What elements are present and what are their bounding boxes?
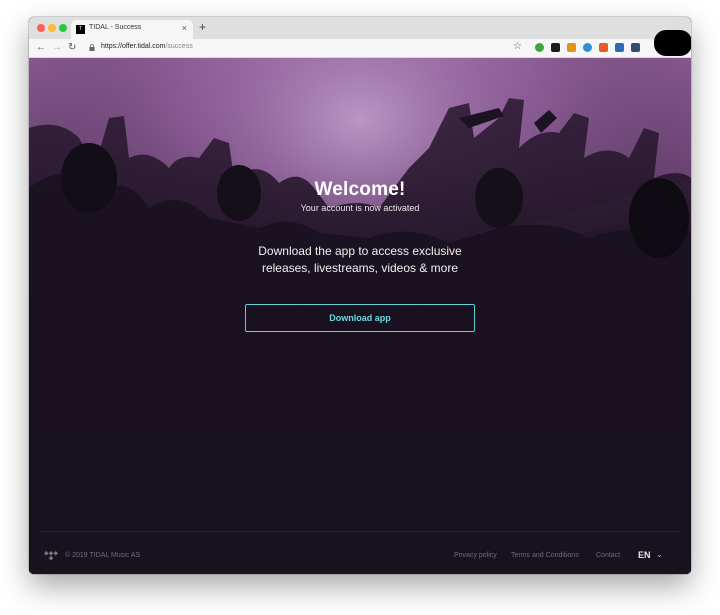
extension-icon[interactable] [631, 43, 640, 52]
maximize-window-button[interactable] [59, 24, 67, 32]
tidal-logo-icon [44, 551, 58, 561]
tab-tidal-success[interactable]: T TIDAL - Success × [71, 20, 193, 39]
forward-arrow-icon[interactable]: → [52, 41, 62, 55]
back-arrow-icon[interactable]: ← [36, 41, 46, 55]
tab-strip: T TIDAL - Success × + [29, 17, 691, 39]
chevron-down-icon[interactable]: ⌄ [656, 549, 663, 561]
download-description-line2: releases, livestreams, videos & more [261, 261, 459, 275]
close-window-button[interactable] [37, 24, 45, 32]
new-tab-icon[interactable]: + [199, 20, 206, 34]
privacy-policy-link[interactable]: Privacy policy [454, 552, 497, 559]
minimize-window-button[interactable] [48, 24, 56, 32]
address-bar[interactable]: https://offer.tidal.com/success [101, 43, 193, 50]
download-description: Download the app to access exclusive rel… [29, 243, 691, 277]
page-content: Welcome! Your account is now activated D… [29, 58, 691, 574]
bookmark-extension-icon[interactable] [615, 43, 624, 52]
copyright-text: © 2019 TIDAL Music AS [65, 552, 141, 559]
terms-link[interactable]: Terms and Conditions [511, 552, 579, 559]
page-title: Welcome! [314, 179, 406, 200]
url-path: /success [165, 43, 193, 50]
browser-window: T TIDAL - Success × + ← → ↻ https://offe… [29, 17, 691, 574]
lock-icon [89, 44, 95, 51]
activation-message: Your account is now activated [300, 203, 420, 213]
contact-link[interactable]: Contact [596, 552, 620, 559]
tab-close-icon[interactable]: × [182, 23, 187, 33]
language-selector[interactable]: EN [638, 550, 651, 560]
extension-icon[interactable] [599, 43, 608, 52]
evernote-extension-icon[interactable] [535, 43, 544, 52]
extension-icon[interactable] [567, 43, 576, 52]
extension-icon[interactable] [583, 43, 592, 52]
download-app-button[interactable]: Download app [245, 304, 475, 332]
extension-icon[interactable] [551, 43, 560, 52]
reload-icon[interactable]: ↻ [68, 41, 76, 55]
profile-avatar[interactable] [654, 30, 691, 56]
star-icon[interactable]: ☆ [513, 40, 522, 54]
footer-divider [41, 531, 679, 532]
download-description-line1: Download the app to access exclusive [258, 244, 462, 258]
tab-title: TIDAL - Success [89, 24, 142, 31]
url-host: https://offer.tidal.com [101, 43, 166, 50]
tidal-favicon-icon: T [76, 25, 85, 34]
browser-toolbar: ← → ↻ https://offer.tidal.com/success ☆ [29, 39, 691, 58]
